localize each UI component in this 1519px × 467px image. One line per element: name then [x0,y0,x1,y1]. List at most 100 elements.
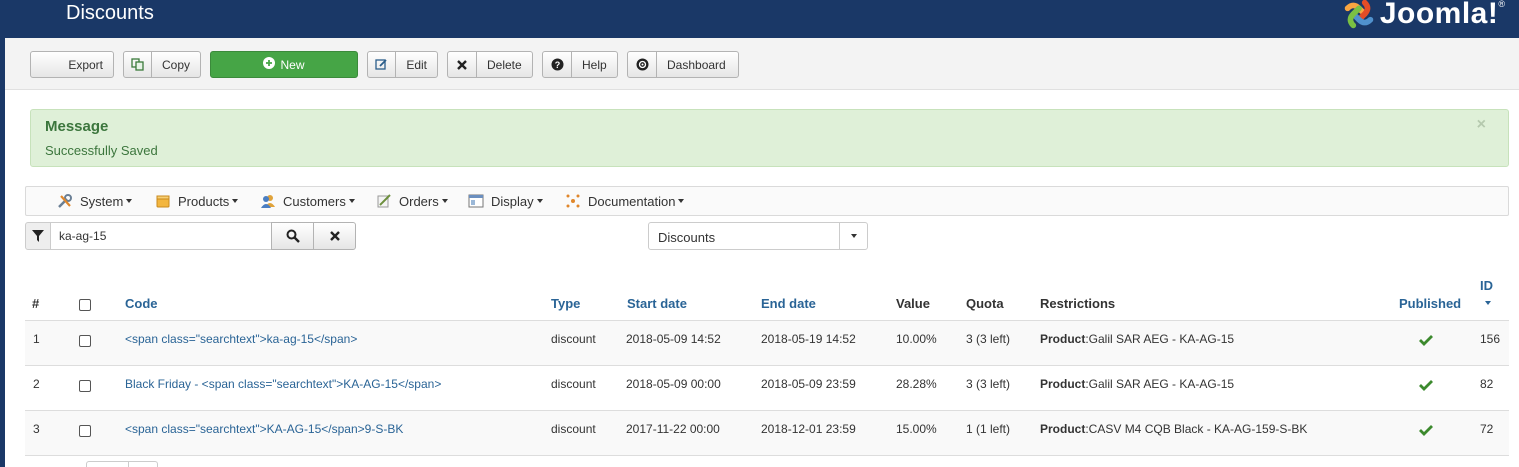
edit-button-label: Edit [406,57,427,72]
left-edge-bar [0,38,5,467]
sort-descending-icon [1485,301,1491,305]
tools-icon [56,193,74,209]
menu-orders[interactable]: Orders [375,193,448,209]
message-close-button[interactable]: × [1477,116,1486,134]
restriction: Product:Galil SAR AEG - KA-AG-15 [1040,377,1234,391]
select-all-checkbox[interactable] [79,299,91,311]
discount-type-select[interactable]: Discounts [648,222,868,250]
column-header-restrictions: Restrictions [1040,296,1116,311]
column-header-published[interactable]: Published [1399,296,1461,311]
chevron-down-icon [232,199,239,203]
success-message: Message Successfully Saved × [30,109,1509,167]
published-check-icon[interactable] [1419,333,1433,347]
admin-header: Discounts Joomla! ® [0,0,1519,38]
search-icon [286,229,300,243]
users-icon [259,193,277,209]
discount-code-link[interactable]: Black Friday - <span class="searchtext">… [125,377,441,391]
column-header-id-label: ID [1480,278,1493,293]
message-text: Successfully Saved [45,143,158,158]
dashboard-button-label: Dashboard [667,57,726,72]
discount-quota: 3 (3 left) [966,332,1011,346]
discount-code-link[interactable]: <span class="searchtext">ka-ag-15</span> [125,332,357,346]
new-button[interactable]: New [210,51,358,78]
discount-value: 10.00% [896,332,937,346]
display-icon [467,193,485,209]
discount-quota: 3 (3 left) [966,377,1011,391]
question-icon: ? [543,52,572,77]
discount-id: 82 [1480,377,1494,391]
discount-value: 15.00% [896,422,937,436]
clear-search-button[interactable] [313,222,356,250]
menu-products[interactable]: Products [154,193,239,209]
end-date: 2018-05-19 14:52 [761,332,856,346]
published-check-icon[interactable] [1419,378,1433,392]
row-number: 3 [33,422,40,436]
end-date: 2018-12-01 23:59 [761,422,856,436]
column-header-number: # [32,296,40,311]
menu-system-label: System [80,193,124,209]
edit-button[interactable]: Edit [367,51,438,78]
help-button-label: Help [582,57,607,72]
menu-system[interactable]: System [56,193,133,209]
menu-display[interactable]: Display [467,193,543,209]
discount-id: 72 [1480,422,1494,436]
filter-icon[interactable] [25,222,51,250]
row-number: 1 [33,332,40,346]
row-divider [25,455,1509,456]
discount-code-link[interactable]: <span class="searchtext">KA-AG-15</span>… [125,422,403,436]
joomla-logo[interactable]: Joomla! ® [1340,0,1505,34]
edit-icon [368,52,397,77]
joomla-logo-text: Joomla! [1379,0,1499,30]
menu-orders-label: Orders [399,193,439,209]
menu-customers[interactable]: Customers [259,193,355,209]
start-date: 2017-11-22 00:00 [626,422,720,436]
chevron-down-icon [348,199,355,203]
chevron-down-icon [126,199,133,203]
end-date: 2018-05-09 23:59 [761,377,856,391]
dashboard-icon [628,52,657,77]
chevron-down-icon [441,199,448,203]
restriction: Product:Galil SAR AEG - KA-AG-15 [1040,332,1234,346]
menu-documentation[interactable]: Documentation [564,193,685,209]
message-heading: Message [45,118,109,135]
chevron-down-icon [536,199,543,203]
documentation-icon [564,193,582,209]
close-icon [448,52,477,77]
box-icon [154,193,172,209]
copy-button[interactable]: Copy [123,51,201,78]
delete-button[interactable]: Delete [447,51,533,78]
row-checkbox[interactable] [79,425,91,437]
column-header-code[interactable]: Code [125,296,158,311]
row-checkbox[interactable] [79,380,91,392]
column-header-end-date[interactable]: End date [761,296,816,311]
column-header-start-date[interactable]: Start date [627,296,687,311]
menu-display-label: Display [491,193,534,209]
copy-button-label: Copy [161,57,190,72]
row-checkbox[interactable] [79,335,91,347]
registered-mark: ® [1498,0,1505,9]
start-date: 2018-05-09 00:00 [626,377,721,391]
restriction-label: Product [1040,332,1086,346]
component-menubar: System Products Customers Orders Display… [25,186,1509,216]
export-button-label: Export [68,57,103,72]
export-button[interactable]: Export [30,51,114,78]
discount-type: discount [551,377,596,391]
discount-type: discount [551,332,596,346]
restriction-label: Product [1040,422,1086,436]
restriction-value: :CASV M4 CQB Black - KA-AG-159-S-BK [1085,422,1308,436]
column-header-quota: Quota [966,296,1004,311]
row-number: 2 [33,377,40,391]
column-header-type[interactable]: Type [551,296,580,311]
new-button-label: New [280,57,305,72]
restriction-label: Product [1040,377,1086,391]
help-button[interactable]: ? Help [542,51,618,78]
dashboard-button[interactable]: Dashboard [627,51,739,78]
search-input[interactable] [50,222,272,250]
close-icon [329,231,340,241]
edit-icon [375,193,393,209]
restriction: Product:CASV M4 CQB Black - KA-AG-159-S-… [1040,422,1307,436]
published-check-icon[interactable] [1419,423,1433,437]
column-header-id[interactable]: ID [1480,278,1493,305]
search-button[interactable] [271,222,314,250]
list-limit-select[interactable] [86,461,158,467]
